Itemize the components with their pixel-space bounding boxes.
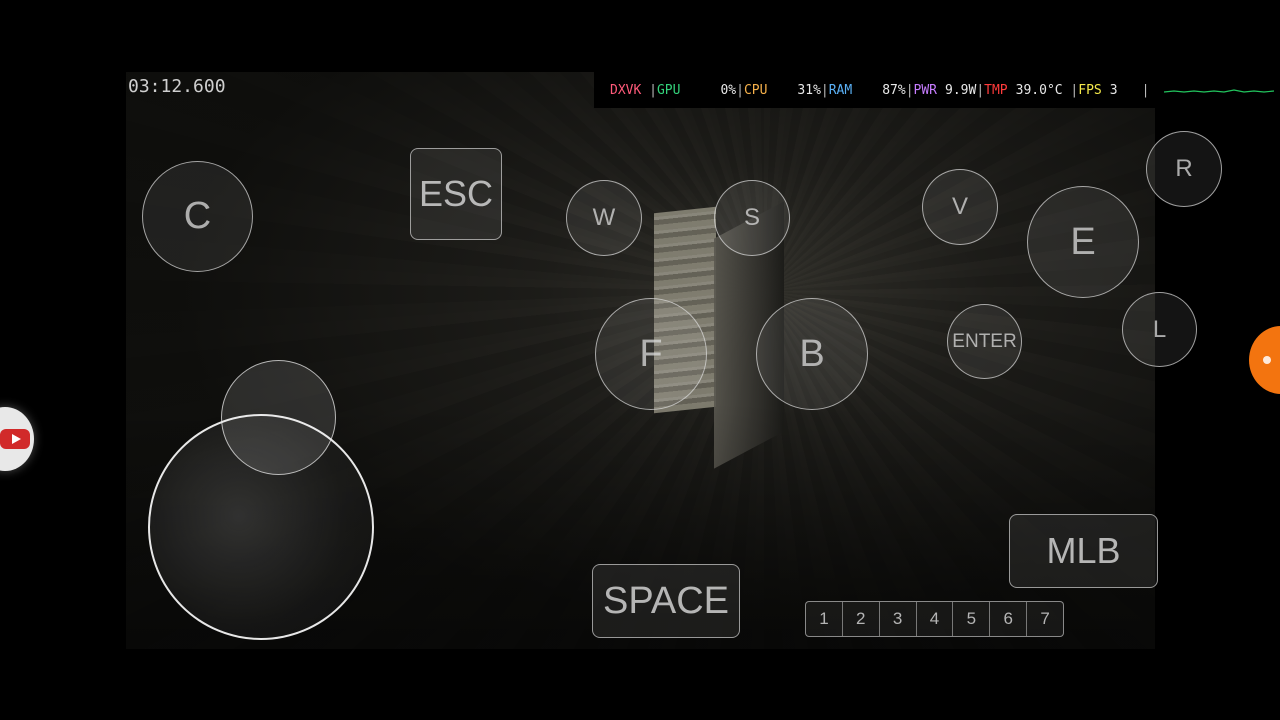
- hotbar-slot[interactable]: 1: [806, 602, 843, 636]
- hotbar: 1 2 3 4 5 6 7: [805, 601, 1064, 637]
- hud-dxvk: DXVK: [610, 82, 642, 98]
- hud-fps-label: FPS: [1078, 82, 1102, 98]
- hotbar-slot[interactable]: 7: [1027, 602, 1063, 636]
- youtube-icon: [0, 429, 30, 449]
- key-v-button[interactable]: V: [922, 169, 998, 245]
- floating-menu-icon: [1263, 356, 1271, 364]
- hud-separator: |: [820, 82, 829, 98]
- hotbar-slot[interactable]: 3: [880, 602, 917, 636]
- hud-ram-value: 87%: [882, 82, 906, 98]
- key-c-button[interactable]: C: [142, 161, 253, 272]
- hud-cpu-label: CPU: [743, 82, 768, 98]
- key-f-button[interactable]: F: [595, 298, 707, 410]
- hud-separator: |: [736, 82, 744, 98]
- esc-button[interactable]: ESC: [410, 148, 502, 240]
- hud-gpu-label: GPU: [656, 82, 681, 98]
- key-e-button[interactable]: E: [1027, 186, 1139, 298]
- hud-separator: |: [905, 82, 914, 98]
- hud-tmp-value: 39.0°C: [1015, 82, 1063, 98]
- space-button[interactable]: SPACE: [592, 564, 740, 638]
- floating-menu-button[interactable]: [1249, 326, 1280, 394]
- hotbar-slot[interactable]: 4: [917, 602, 954, 636]
- hud-tmp-label: TMP: [984, 82, 1008, 98]
- hud-fps-value: 3: [1109, 82, 1118, 98]
- performance-hud: DXVK | GPU 0% | CPU 31% | RAM 87% | PWR …: [594, 72, 1280, 108]
- key-s-button[interactable]: S: [714, 180, 790, 256]
- hotbar-slot[interactable]: 6: [990, 602, 1028, 636]
- hud-gpu-value: 0%: [720, 82, 737, 98]
- game-timer: 03:12.600: [128, 76, 226, 97]
- key-b-button[interactable]: B: [756, 298, 868, 410]
- key-w-button[interactable]: W: [566, 180, 642, 256]
- hud-separator: |: [641, 82, 657, 98]
- hud-separator: |: [976, 82, 985, 98]
- hud-pwr-value: 9.9W: [945, 82, 977, 98]
- youtube-overlay-button[interactable]: [0, 407, 34, 471]
- hotbar-slot[interactable]: 2: [843, 602, 880, 636]
- key-l-button[interactable]: L: [1122, 292, 1197, 367]
- joystick-thumb[interactable]: [221, 360, 336, 475]
- hotbar-slot[interactable]: 5: [953, 602, 991, 636]
- hud-ram-label: RAM: [828, 82, 853, 98]
- hud-separator: |: [1141, 82, 1150, 98]
- hud-separator: |: [1062, 82, 1079, 98]
- enter-button[interactable]: ENTER: [947, 304, 1022, 379]
- hud-cpu-value: 31%: [797, 82, 821, 98]
- mlb-button[interactable]: MLB: [1009, 514, 1158, 588]
- hud-pwr-label: PWR: [913, 82, 938, 98]
- key-r-button[interactable]: R: [1146, 131, 1222, 207]
- frametime-graph-icon: [1164, 89, 1274, 93]
